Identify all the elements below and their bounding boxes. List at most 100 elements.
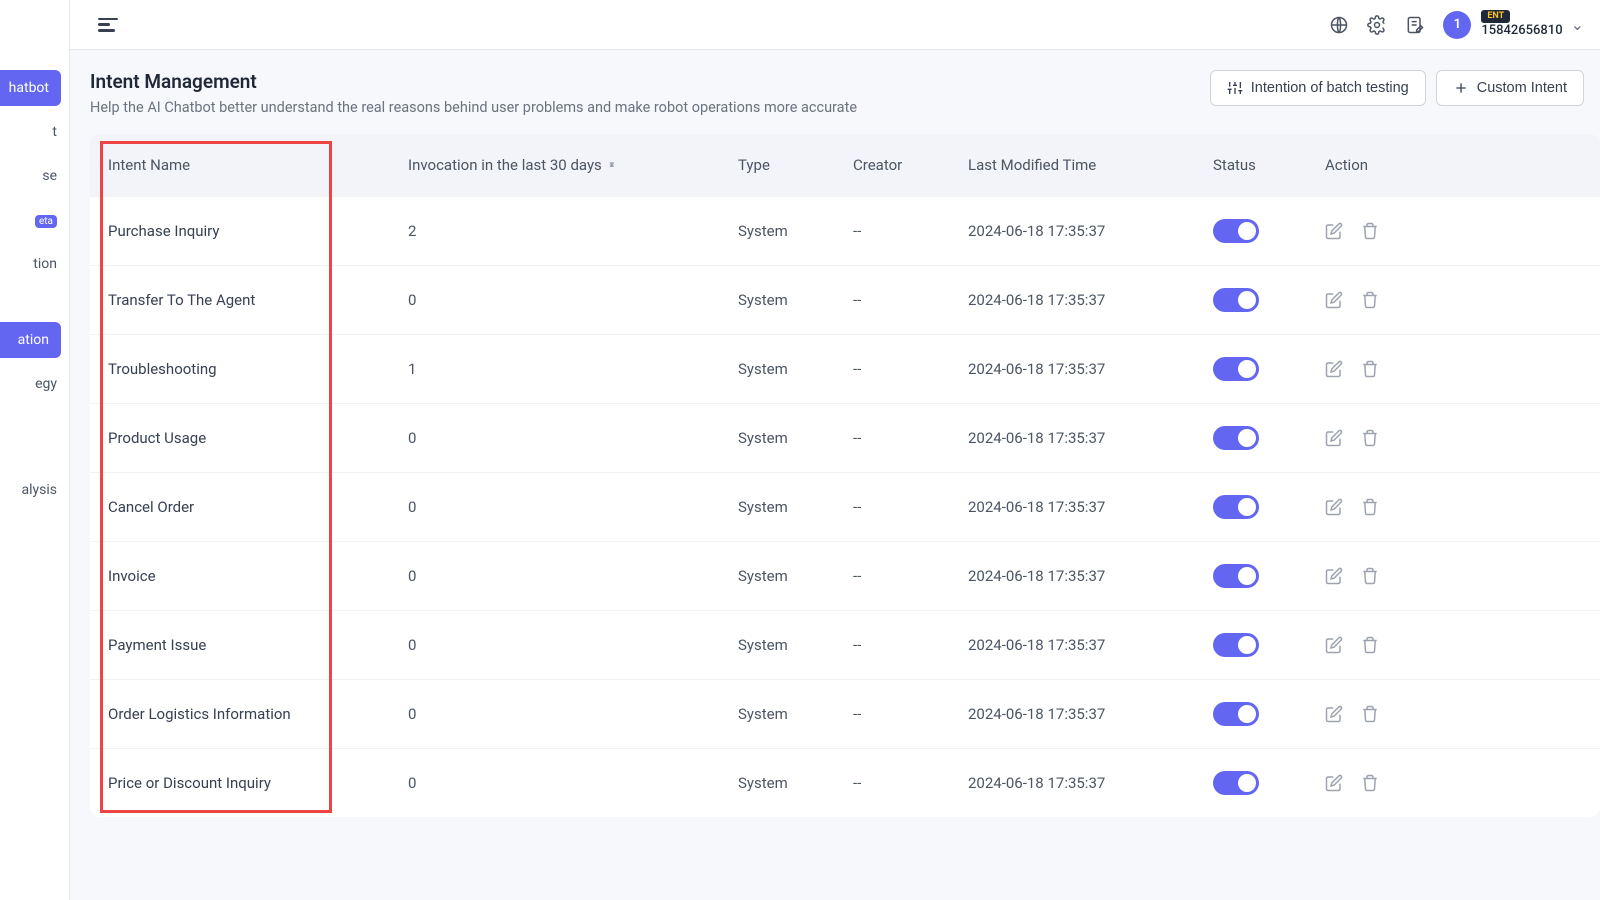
table-row[interactable]: Order Logistics Information 0 System -- … (90, 679, 1600, 748)
table-row[interactable]: Product Usage 0 System -- 2024-06-18 17:… (90, 403, 1600, 472)
cell-creator: -- (853, 498, 968, 516)
custom-intent-button[interactable]: Custom Intent (1436, 70, 1584, 106)
cell-actions (1325, 705, 1435, 723)
cell-status (1213, 288, 1325, 312)
trash-icon[interactable] (1361, 360, 1379, 378)
cell-invocation: 0 (408, 498, 738, 516)
page-subtitle: Help the AI Chatbot better understand th… (90, 99, 857, 116)
cell-status (1213, 771, 1325, 795)
cell-modified: 2024-06-18 17:35:37 (968, 567, 1213, 585)
trash-icon[interactable] (1361, 429, 1379, 447)
cell-status (1213, 219, 1325, 243)
trash-icon[interactable] (1361, 636, 1379, 654)
table-row[interactable]: Cancel Order 0 System -- 2024-06-18 17:3… (90, 472, 1600, 541)
page-header: Intent Management Help the AI Chatbot be… (90, 70, 1600, 116)
sidebar: hatbot t se eta tion ation egy alysis (0, 0, 70, 900)
cell-actions (1325, 567, 1435, 585)
cell-actions (1325, 636, 1435, 654)
sidebar-item[interactable]: egy (0, 366, 69, 402)
trash-icon[interactable] (1361, 774, 1379, 792)
table-row[interactable]: Price or Discount Inquiry 0 System -- 20… (90, 748, 1600, 817)
cell-modified: 2024-06-18 17:35:37 (968, 222, 1213, 240)
sidebar-item[interactable]: eta (0, 202, 69, 238)
batch-testing-button[interactable]: Intention of batch testing (1210, 70, 1426, 106)
cell-actions (1325, 222, 1435, 240)
cell-actions (1325, 360, 1435, 378)
cell-type: System (738, 705, 853, 723)
gear-icon[interactable] (1367, 15, 1387, 35)
cell-status (1213, 357, 1325, 381)
cell-intent-name: Troubleshooting (108, 360, 408, 378)
edit-icon[interactable] (1325, 498, 1343, 516)
cell-invocation: 0 (408, 636, 738, 654)
table-row[interactable]: Invoice 0 System -- 2024-06-18 17:35:37 (90, 541, 1600, 610)
edit-icon[interactable] (1325, 774, 1343, 792)
globe-icon[interactable] (1329, 15, 1349, 35)
status-toggle[interactable] (1213, 702, 1259, 726)
cell-actions (1325, 498, 1435, 516)
col-creator: Creator (853, 156, 968, 174)
status-toggle[interactable] (1213, 357, 1259, 381)
cell-intent-name: Cancel Order (108, 498, 408, 516)
col-type: Type (738, 156, 853, 174)
cell-modified: 2024-06-18 17:35:37 (968, 705, 1213, 723)
cell-modified: 2024-06-18 17:35:37 (968, 360, 1213, 378)
status-toggle[interactable] (1213, 564, 1259, 588)
plus-icon (1453, 80, 1469, 96)
trash-icon[interactable] (1361, 291, 1379, 309)
cell-type: System (738, 774, 853, 792)
edit-icon[interactable] (1325, 705, 1343, 723)
cell-modified: 2024-06-18 17:35:37 (968, 774, 1213, 792)
col-invocation[interactable]: Invocation in the last 30 days ▲▼ (408, 156, 738, 174)
cell-creator: -- (853, 429, 968, 447)
account-id: 15842656810 (1481, 23, 1562, 39)
edit-icon[interactable] (1325, 222, 1343, 240)
edit-icon[interactable] (1325, 429, 1343, 447)
table-row[interactable]: Payment Issue 0 System -- 2024-06-18 17:… (90, 610, 1600, 679)
table-row[interactable]: Transfer To The Agent 0 System -- 2024-0… (90, 265, 1600, 334)
avatar[interactable]: 1 (1443, 11, 1471, 39)
sidebar-item[interactable]: alysis (0, 472, 69, 508)
cell-invocation: 0 (408, 567, 738, 585)
status-toggle[interactable] (1213, 633, 1259, 657)
cell-invocation: 0 (408, 774, 738, 792)
main-content: Intent Management Help the AI Chatbot be… (70, 50, 1600, 817)
trash-icon[interactable] (1361, 498, 1379, 516)
sidebar-item[interactable]: se (0, 158, 69, 194)
edit-icon[interactable] (1325, 636, 1343, 654)
account-tier-badge: ENT (1481, 10, 1510, 23)
status-toggle[interactable] (1213, 288, 1259, 312)
trash-icon[interactable] (1361, 567, 1379, 585)
edit-icon[interactable] (1325, 360, 1343, 378)
account-info[interactable]: ENT 15842656810 (1481, 10, 1562, 38)
status-toggle[interactable] (1213, 495, 1259, 519)
col-intent-name: Intent Name (108, 156, 408, 174)
cell-type: System (738, 429, 853, 447)
edit-icon[interactable] (1325, 567, 1343, 585)
status-toggle[interactable] (1213, 219, 1259, 243)
cell-status (1213, 633, 1325, 657)
sidebar-item[interactable]: t (0, 114, 69, 150)
topbar: 1 ENT 15842656810 ⌄ (70, 0, 1600, 50)
cell-invocation: 1 (408, 360, 738, 378)
cell-status (1213, 495, 1325, 519)
status-toggle[interactable] (1213, 771, 1259, 795)
trash-icon[interactable] (1361, 222, 1379, 240)
table-row[interactable]: Troubleshooting 1 System -- 2024-06-18 1… (90, 334, 1600, 403)
cell-type: System (738, 222, 853, 240)
sidebar-item[interactable]: tion (0, 246, 69, 282)
table-body: Purchase Inquiry 2 System -- 2024-06-18 … (90, 196, 1600, 817)
sidebar-item-chatbot[interactable]: hatbot (0, 70, 61, 106)
cell-intent-name: Order Logistics Information (108, 705, 408, 723)
sidebar-item-active[interactable]: ation (0, 322, 61, 358)
note-edit-icon[interactable] (1405, 15, 1425, 35)
table-row[interactable]: Purchase Inquiry 2 System -- 2024-06-18 … (90, 196, 1600, 265)
sliders-icon (1227, 80, 1243, 96)
edit-icon[interactable] (1325, 291, 1343, 309)
menu-toggle-icon[interactable] (98, 18, 118, 32)
trash-icon[interactable] (1361, 705, 1379, 723)
chevron-down-icon[interactable]: ⌄ (1571, 15, 1584, 34)
cell-type: System (738, 360, 853, 378)
status-toggle[interactable] (1213, 426, 1259, 450)
cell-intent-name: Price or Discount Inquiry (108, 774, 408, 792)
